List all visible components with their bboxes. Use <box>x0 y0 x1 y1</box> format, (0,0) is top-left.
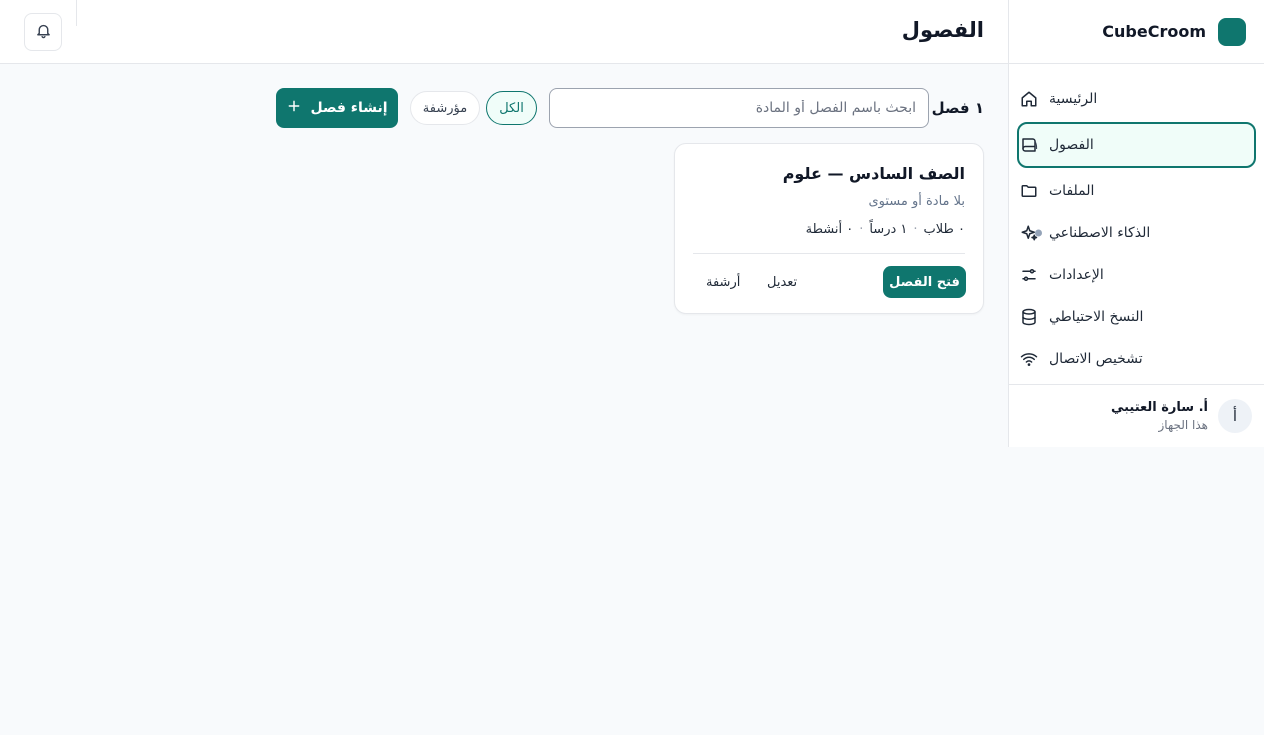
classes-count-badge: ١ <box>1033 138 1040 152</box>
separator: · <box>859 222 864 237</box>
sidebar-item-files[interactable]: الملفات <box>1017 170 1256 212</box>
class-card: الصف السادس — علوم بلا مادة أو مستوى ٠ ط… <box>674 143 984 314</box>
brand-name: CubeCroom <box>1102 22 1206 41</box>
status-dot <box>1035 229 1042 237</box>
class-subtitle: بلا مادة أو مستوى <box>868 194 965 209</box>
sidebar-item-label: الرئيسية <box>1049 91 1098 107</box>
sidebar-item-diagnostics[interactable]: تشخيص الاتصال <box>1017 338 1256 380</box>
sidebar-item-home[interactable]: الرئيسية <box>1017 78 1256 120</box>
sidebar-nav: الرئيسية الفصول ١ الملفات الذكاء الاصطنا… <box>1009 64 1264 380</box>
user-device: هذا الجهاز <box>1158 418 1209 432</box>
edit-class-button[interactable]: تعديل <box>767 266 797 298</box>
create-class-button[interactable]: إنشاء فصل <box>276 88 398 128</box>
class-title: الصف السادس — علوم <box>782 164 965 183</box>
sidebar-item-settings[interactable]: الإعدادات <box>1017 254 1256 296</box>
header: الفصول <box>0 0 1008 64</box>
home-icon <box>1019 89 1039 109</box>
sidebar-item-label: الإعدادات <box>1049 267 1104 283</box>
filter-archived-button[interactable]: مؤرشفة <box>410 91 480 125</box>
notifications-button[interactable] <box>24 13 62 51</box>
avatar: أ <box>1218 399 1252 433</box>
plus-icon <box>286 98 302 118</box>
sidebar-item-label: تشخيص الاتصال <box>1049 351 1143 367</box>
class-stats: ٠ طلاب · ١ درساً · ٠ أنشطة <box>806 222 965 237</box>
card-divider <box>693 253 965 254</box>
bell-icon <box>35 22 52 43</box>
class-count: ١ فصل <box>931 99 984 117</box>
brand: CubeCroom <box>1009 0 1264 64</box>
students-count: ٠ طلاب <box>923 222 965 237</box>
separator: · <box>913 222 918 237</box>
sidebar-item-label: الملفات <box>1049 183 1095 199</box>
sidebar-item-label: النسخ الاحتياطي <box>1049 309 1144 325</box>
filter-all-button[interactable]: الكل <box>486 91 537 125</box>
lessons-count: ١ درساً <box>869 222 908 237</box>
wifi-icon <box>1019 349 1039 369</box>
header-divider <box>76 0 77 26</box>
sidebar-item-label: الذكاء الاصطناعي <box>1049 225 1151 241</box>
sidebar-item-label: الفصول <box>1049 137 1094 153</box>
sidebar-item-classes[interactable]: الفصول ١ <box>1017 122 1256 168</box>
sidebar-item-backup[interactable]: النسخ الاحتياطي <box>1017 296 1256 338</box>
sidebar: CubeCroom الرئيسية الفصول ١ الملفات الذك… <box>1008 0 1264 447</box>
page-title: الفصول <box>901 18 984 42</box>
folder-icon <box>1019 181 1039 201</box>
brand-logo <box>1218 17 1246 46</box>
user-name: أ. سارة العتيبي <box>1110 400 1208 415</box>
create-class-label: إنشاء فصل <box>310 100 388 116</box>
sliders-icon <box>1019 265 1039 285</box>
activities-count: ٠ أنشطة <box>805 222 854 237</box>
search-input[interactable] <box>549 88 929 128</box>
open-class-button[interactable]: فتح الفصل <box>883 266 966 298</box>
database-icon <box>1019 307 1039 327</box>
archive-class-button[interactable]: أرشفة <box>706 266 740 298</box>
user-info: أ. سارة العتيبي هذا الجهاز <box>1111 400 1208 432</box>
sidebar-item-ai[interactable]: الذكاء الاصطناعي <box>1017 212 1256 254</box>
user-profile[interactable]: أ أ. سارة العتيبي هذا الجهاز <box>1008 384 1264 447</box>
